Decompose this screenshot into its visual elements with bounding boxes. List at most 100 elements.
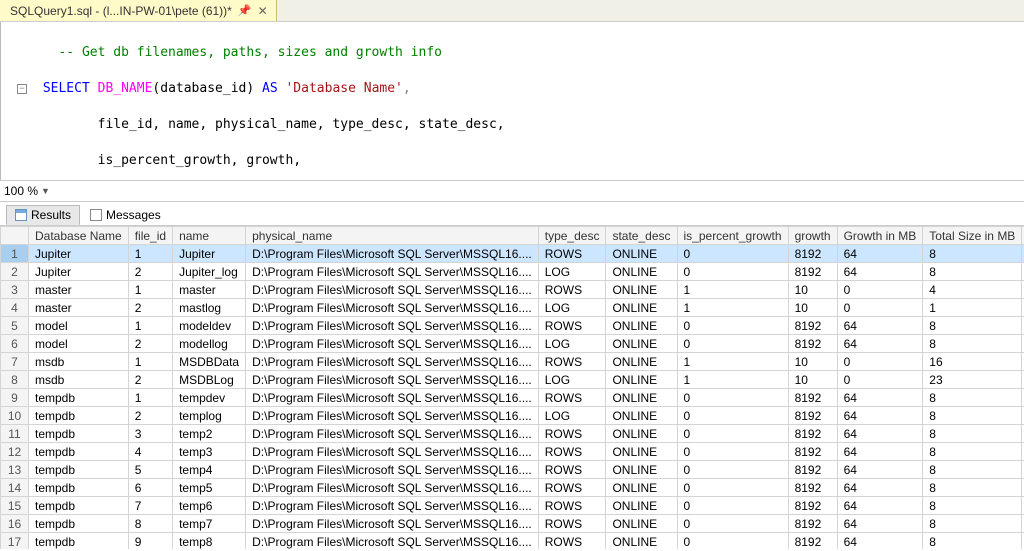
cell[interactable]: 8192	[788, 263, 837, 281]
cell[interactable]: temp2	[173, 425, 246, 443]
cell[interactable]: D:\Program Files\Microsoft SQL Server\MS…	[246, 371, 539, 389]
cell[interactable]: ROWS	[538, 479, 606, 497]
cell[interactable]: 1	[677, 353, 788, 371]
cell[interactable]: ROWS	[538, 461, 606, 479]
cell[interactable]: 4	[128, 443, 172, 461]
cell[interactable]: D:\Program Files\Microsoft SQL Server\MS…	[246, 317, 539, 335]
table-row[interactable]: 11tempdb3temp2D:\Program Files\Microsoft…	[1, 425, 1024, 443]
row-number[interactable]: 10	[1, 407, 29, 425]
cell[interactable]: D:\Program Files\Microsoft SQL Server\MS…	[246, 245, 539, 263]
cell[interactable]: tempdb	[29, 479, 129, 497]
cell[interactable]: D:\Program Files\Microsoft SQL Server\MS…	[246, 281, 539, 299]
cell[interactable]: 10	[788, 299, 837, 317]
cell[interactable]: ONLINE	[606, 371, 677, 389]
cell[interactable]: 64	[837, 497, 923, 515]
cell[interactable]: 8192	[788, 389, 837, 407]
cell[interactable]: temp6	[173, 497, 246, 515]
cell[interactable]: Jupiter	[173, 245, 246, 263]
cell[interactable]: 8	[923, 515, 1022, 533]
cell[interactable]: 8	[923, 263, 1022, 281]
cell[interactable]: 1	[677, 371, 788, 389]
row-number[interactable]: 6	[1, 335, 29, 353]
close-icon[interactable]: ✕	[258, 4, 268, 18]
cell[interactable]: 0	[677, 533, 788, 550]
cell[interactable]: ONLINE	[606, 281, 677, 299]
cell[interactable]: 1	[677, 299, 788, 317]
cell[interactable]: LOG	[538, 335, 606, 353]
cell[interactable]: ONLINE	[606, 317, 677, 335]
cell[interactable]: 0	[677, 443, 788, 461]
cell[interactable]: D:\Program Files\Microsoft SQL Server\MS…	[246, 443, 539, 461]
cell[interactable]: 8	[923, 479, 1022, 497]
tab-results[interactable]: Results	[6, 205, 80, 225]
table-row[interactable]: 16tempdb8temp7D:\Program Files\Microsoft…	[1, 515, 1024, 533]
column-header[interactable]: growth	[788, 227, 837, 245]
cell[interactable]: LOG	[538, 299, 606, 317]
cell[interactable]: tempdb	[29, 515, 129, 533]
cell[interactable]: master	[29, 281, 129, 299]
cell[interactable]: D:\Program Files\Microsoft SQL Server\MS…	[246, 299, 539, 317]
table-row[interactable]: 12tempdb4temp3D:\Program Files\Microsoft…	[1, 443, 1024, 461]
cell[interactable]: 64	[837, 461, 923, 479]
cell[interactable]: 2	[128, 335, 172, 353]
cell[interactable]: D:\Program Files\Microsoft SQL Server\MS…	[246, 353, 539, 371]
cell[interactable]: 1	[128, 353, 172, 371]
document-tab[interactable]: SQLQuery1.sql - (l...IN-PW-01\pete (61))…	[0, 0, 277, 21]
cell[interactable]: ONLINE	[606, 335, 677, 353]
cell[interactable]: 0	[677, 497, 788, 515]
cell[interactable]: D:\Program Files\Microsoft SQL Server\MS…	[246, 533, 539, 550]
table-row[interactable]: 9tempdb1tempdevD:\Program Files\Microsof…	[1, 389, 1024, 407]
row-number[interactable]: 12	[1, 443, 29, 461]
cell[interactable]: temp5	[173, 479, 246, 497]
cell[interactable]: 64	[837, 335, 923, 353]
table-row[interactable]: 3master1masterD:\Program Files\Microsoft…	[1, 281, 1024, 299]
row-number[interactable]: 8	[1, 371, 29, 389]
cell[interactable]: D:\Program Files\Microsoft SQL Server\MS…	[246, 407, 539, 425]
cell[interactable]: 1	[128, 245, 172, 263]
cell[interactable]: 10	[788, 353, 837, 371]
row-number[interactable]: 11	[1, 425, 29, 443]
cell[interactable]: 0	[677, 425, 788, 443]
table-row[interactable]: 13tempdb5temp4D:\Program Files\Microsoft…	[1, 461, 1024, 479]
column-header[interactable]: Database Name	[29, 227, 129, 245]
cell[interactable]: 16	[923, 353, 1022, 371]
cell[interactable]: ROWS	[538, 497, 606, 515]
chevron-down-icon[interactable]: ▼	[41, 186, 50, 196]
cell[interactable]: 64	[837, 515, 923, 533]
cell[interactable]: 3	[128, 425, 172, 443]
cell[interactable]: 6	[128, 479, 172, 497]
table-row[interactable]: 8msdb2MSDBLogD:\Program Files\Microsoft …	[1, 371, 1024, 389]
cell[interactable]: temp8	[173, 533, 246, 550]
cell[interactable]: 9	[128, 533, 172, 550]
cell[interactable]: 64	[837, 317, 923, 335]
cell[interactable]: D:\Program Files\Microsoft SQL Server\MS…	[246, 461, 539, 479]
cell[interactable]: 8192	[788, 317, 837, 335]
cell[interactable]: D:\Program Files\Microsoft SQL Server\MS…	[246, 497, 539, 515]
cell[interactable]: 0	[677, 389, 788, 407]
tab-messages[interactable]: Messages	[82, 206, 169, 224]
cell[interactable]: 8192	[788, 407, 837, 425]
table-row[interactable]: 5model1modeldevD:\Program Files\Microsof…	[1, 317, 1024, 335]
table-row[interactable]: 6model2modellogD:\Program Files\Microsof…	[1, 335, 1024, 353]
cell[interactable]: 8192	[788, 245, 837, 263]
row-number[interactable]: 2	[1, 263, 29, 281]
cell[interactable]: 8	[923, 335, 1022, 353]
cell[interactable]: ONLINE	[606, 245, 677, 263]
column-header[interactable]: type_desc	[538, 227, 606, 245]
cell[interactable]: 0	[677, 479, 788, 497]
cell[interactable]: master	[173, 281, 246, 299]
cell[interactable]: 8	[923, 317, 1022, 335]
cell[interactable]: ONLINE	[606, 461, 677, 479]
cell[interactable]: master	[29, 299, 129, 317]
table-row[interactable]: 4master2mastlogD:\Program Files\Microsof…	[1, 299, 1024, 317]
column-header[interactable]: name	[173, 227, 246, 245]
row-number[interactable]: 9	[1, 389, 29, 407]
cell[interactable]: D:\Program Files\Microsoft SQL Server\MS…	[246, 515, 539, 533]
cell[interactable]: 1	[128, 317, 172, 335]
cell[interactable]: ONLINE	[606, 353, 677, 371]
row-number[interactable]: 16	[1, 515, 29, 533]
cell[interactable]: 2	[128, 299, 172, 317]
cell[interactable]: mastlog	[173, 299, 246, 317]
row-number[interactable]: 13	[1, 461, 29, 479]
row-number[interactable]: 1	[1, 245, 29, 263]
